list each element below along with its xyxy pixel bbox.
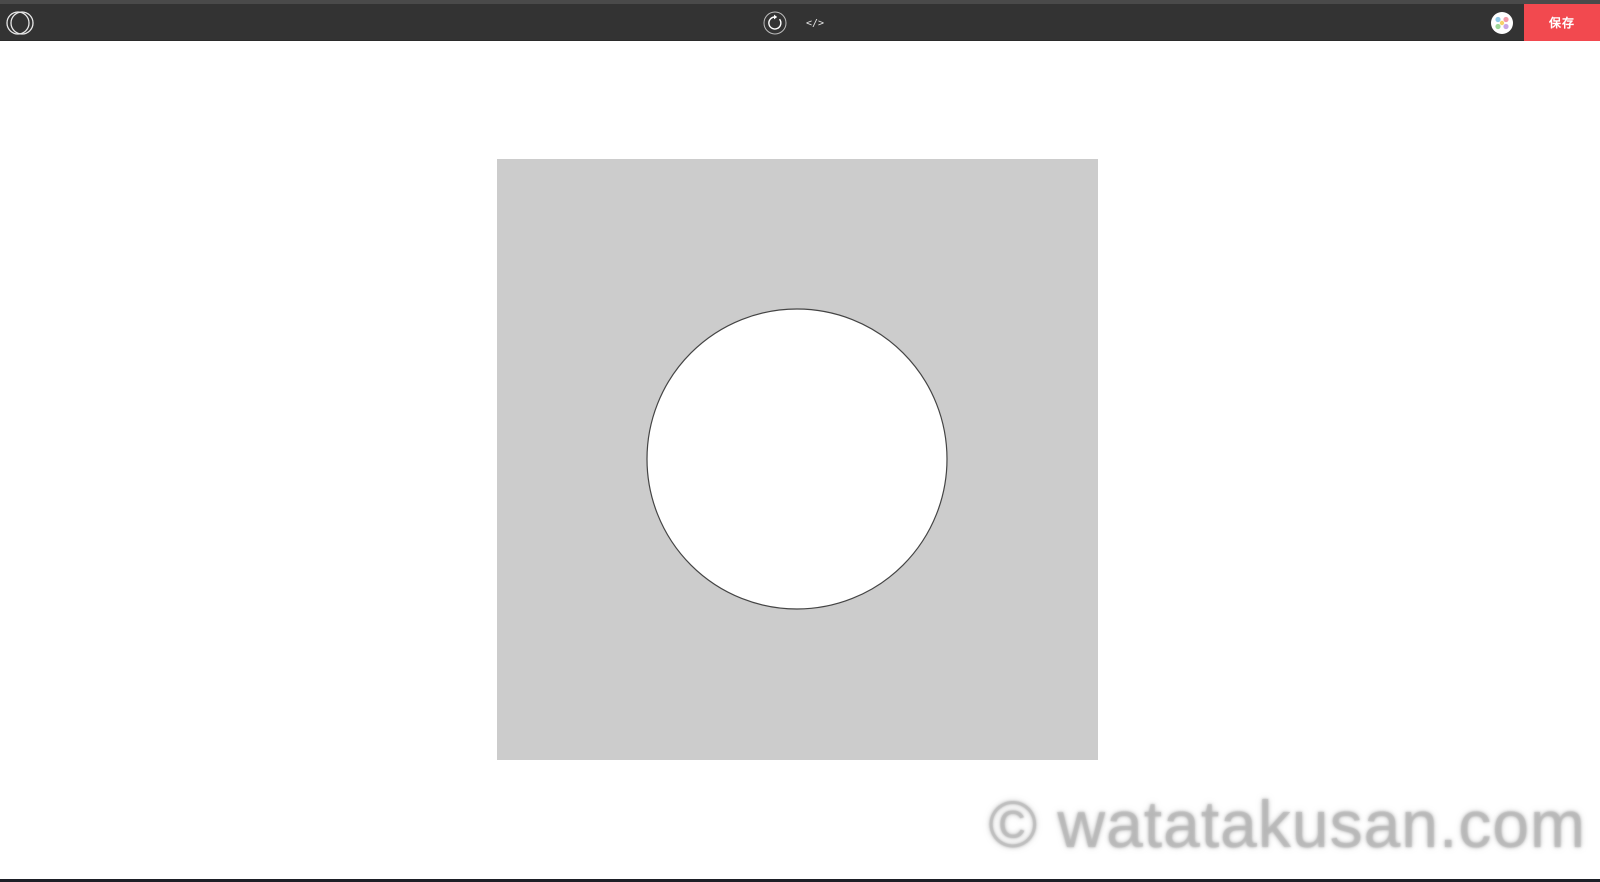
palette-icon [1491, 12, 1513, 34]
watermark-text: © watatakusan.com [988, 787, 1586, 861]
p5-logo-icon[interactable] [4, 9, 36, 37]
save-button[interactable]: 保存 [1524, 4, 1600, 41]
reload-button[interactable] [762, 10, 788, 36]
editor-toolbar: </> 保存 [0, 4, 1600, 41]
sketch-circle [646, 308, 948, 610]
sketch-canvas[interactable] [497, 159, 1098, 760]
center-tool-group: </> [762, 10, 828, 36]
palette-button[interactable] [1489, 10, 1515, 36]
reload-icon [763, 11, 787, 35]
code-icon: </> [805, 17, 825, 29]
code-view-button[interactable]: </> [802, 10, 828, 36]
